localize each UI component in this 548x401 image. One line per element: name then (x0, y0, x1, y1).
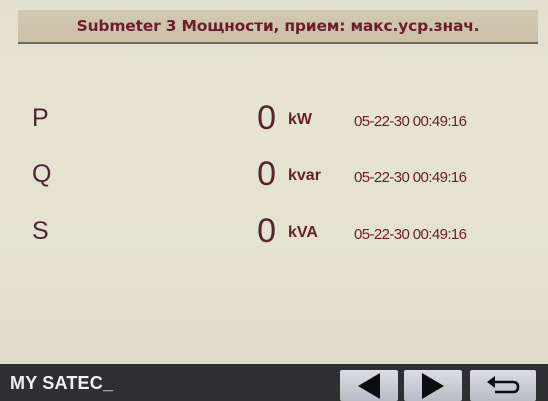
reading-row-s: S 0 kVA 05-22-30 00:49:16 (0, 212, 548, 254)
status-text: MY SATEC_ (10, 373, 114, 393)
page-title: Submeter 3 Мощности, прием: макс.уср.зна… (76, 17, 480, 35)
reading-row-p: P 0 kW 05-22-30 00:49:16 (0, 99, 548, 141)
footer-bar: MY SATEC_ (0, 364, 548, 401)
return-arrow-icon (483, 374, 523, 398)
reading-unit: kvar (288, 167, 321, 184)
reading-unit: kW (288, 111, 312, 128)
reading-timestamp: 05-22-30 00:49:16 (354, 113, 467, 130)
back-button[interactable] (470, 370, 536, 401)
prev-button[interactable] (340, 370, 398, 401)
next-button[interactable] (404, 370, 462, 401)
reading-value: 0 (257, 212, 276, 250)
device-screen: Submeter 3 Мощности, прием: макс.уср.зна… (0, 0, 548, 401)
reading-label: S (32, 217, 49, 245)
reading-value: 0 (257, 155, 276, 193)
reading-row-q: Q 0 kvar 05-22-30 00:49:16 (0, 155, 548, 197)
reading-label: Q (32, 160, 52, 188)
right-triangle-icon (422, 372, 444, 399)
title-bar: Submeter 3 Мощности, прием: макс.уср.зна… (18, 10, 538, 44)
reading-label: P (32, 104, 49, 132)
left-triangle-icon (358, 372, 380, 399)
reading-timestamp: 05-22-30 00:49:16 (354, 169, 467, 186)
reading-timestamp: 05-22-30 00:49:16 (354, 226, 467, 243)
reading-value: 0 (257, 99, 276, 137)
reading-unit: kVA (288, 224, 318, 241)
